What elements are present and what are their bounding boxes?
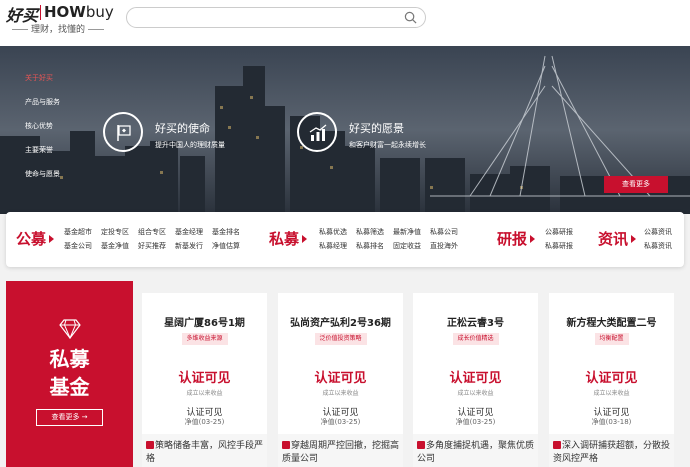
fund-card[interactable]: 弘尚资产弘利2号36期 泛价值投资策略 认证可见 成立以来收益 认证可见 净值(…	[278, 293, 403, 467]
fund-description: 多角度捕捉机遇，聚焦优质公司	[417, 441, 535, 464]
note-icon	[553, 441, 561, 449]
private-fund-title: 私募 基金	[49, 347, 90, 399]
note-icon	[282, 441, 290, 449]
fund-name[interactable]: 星阔广厦86号1期	[142, 314, 267, 329]
nav-link[interactable]: 私募资讯	[644, 240, 672, 254]
nav-link[interactable]: 私募排名	[356, 240, 384, 254]
nav-link[interactable]: 固定收益	[393, 240, 421, 254]
side-nav-products[interactable]: 产品与服务	[25, 97, 60, 121]
fund-name[interactable]: 弘尚资产弘利2号36期	[278, 314, 403, 329]
growth-chart-icon	[309, 124, 327, 141]
fund-card[interactable]: 新方程大类配置二号 均衡配置 认证可见 成立以来收益 认证可见 净值(03-18…	[549, 293, 674, 467]
nav-title-research[interactable]: 研报	[497, 228, 527, 249]
fund-return-value: 认证可见	[585, 371, 638, 386]
private-fund-panel: 私募 基金 查看更多 →	[6, 281, 133, 467]
note-icon	[417, 441, 425, 449]
fund-nav-label: 净值(03-25)	[320, 418, 361, 426]
fund-card[interactable]: 星阔广厦86号1期 多维收益来源 认证可见 成立以来收益 认证可见 净值(03-…	[142, 293, 267, 467]
nav-link[interactable]: 公募资讯	[644, 226, 672, 240]
nav-link[interactable]: 基金经理	[175, 226, 203, 240]
fund-description: 策略储备丰富，风控手段严格	[146, 441, 264, 464]
fund-tag: 泛价值投资策略	[314, 333, 367, 345]
nav-link[interactable]: 私募筛选	[356, 226, 384, 240]
product-nav-bar: 公募 基金超市 基金公司 定投专区 基金净值 组合专区 好买推荐 基金经理 新基…	[6, 212, 684, 267]
nav-link[interactable]: 净值估算	[212, 240, 240, 254]
fund-name[interactable]: 正松云睿3号	[413, 314, 538, 329]
chevron-right-icon	[302, 235, 307, 243]
fund-return-label: 成立以来收益	[186, 390, 223, 397]
hero-banner: 关于好买 产品与服务 核心优势 主要荣誉 使命与愿景 好买的使命 提升中国人的理…	[0, 46, 690, 214]
growth-circle	[297, 112, 337, 152]
chevron-right-icon	[631, 235, 636, 243]
top-header: 好买 HOWbuy 理财，找懂的	[0, 0, 690, 46]
vision-subtitle: 和客户财富一起永续增长	[349, 141, 426, 149]
nav-link[interactable]: 私募经理	[319, 240, 347, 254]
nav-link[interactable]: 基金净值	[101, 240, 129, 254]
nav-link[interactable]: 私募研报	[545, 240, 573, 254]
banner-more-button[interactable]: 查看更多	[604, 176, 668, 193]
fund-nav-label: 净值(03-25)	[184, 418, 225, 426]
side-nav-honors[interactable]: 主要荣誉	[25, 145, 60, 169]
nav-link[interactable]: 基金公司	[64, 240, 92, 254]
fund-tag: 多维收益来源	[181, 333, 228, 345]
nav-link[interactable]: 定投专区	[101, 226, 129, 240]
fund-description: 深入调研捕获超额，分散投资风控严格	[553, 441, 671, 464]
fund-card[interactable]: 正松云睿3号 成长价值精选 认证可见 成立以来收益 认证可见 净值(03-25)…	[413, 293, 538, 467]
chevron-right-icon	[49, 235, 54, 243]
fund-return-label: 成立以来收益	[593, 390, 630, 397]
chevron-right-icon	[530, 235, 535, 243]
fund-name[interactable]: 新方程大类配置二号	[549, 314, 674, 329]
logo-slogan: 理财，找懂的	[6, 22, 110, 35]
flag-circle	[103, 112, 143, 152]
nav-link[interactable]: 新基发行	[175, 240, 203, 254]
fund-return-label: 成立以来收益	[457, 390, 494, 397]
fund-return-value: 认证可见	[178, 371, 231, 386]
nav-title-public-fund[interactable]: 公募	[16, 228, 46, 249]
nav-link[interactable]: 直投海外	[430, 240, 458, 254]
logo-separator	[40, 5, 41, 20]
search-icon[interactable]	[404, 11, 417, 24]
nav-link[interactable]: 最新净值	[393, 226, 421, 240]
nav-link[interactable]: 私募公司	[430, 226, 458, 240]
nav-link[interactable]: 私募优选	[319, 226, 347, 240]
nav-links-research: 公募研报 私募研报	[545, 226, 573, 254]
note-icon	[146, 441, 154, 449]
mission-title: 好买的使命	[155, 122, 210, 135]
fund-return-label: 成立以来收益	[322, 390, 359, 397]
vision-title: 好买的愿景	[349, 122, 404, 135]
nav-link[interactable]: 组合专区	[138, 226, 166, 240]
fund-return-value: 认证可见	[449, 371, 502, 386]
side-nav-advantages[interactable]: 核心优势	[25, 121, 60, 145]
fund-return-value: 认证可见	[314, 371, 367, 386]
nav-link[interactable]: 基金超市	[64, 226, 92, 240]
side-nav-mission-vision[interactable]: 使命与愿景	[25, 169, 60, 193]
fund-description: 穿越周期严控回撤，挖掘高质量公司	[282, 441, 400, 464]
nav-title-private-fund[interactable]: 私募	[269, 228, 299, 249]
fund-nav-label: 净值(03-25)	[455, 418, 496, 426]
search-input[interactable]	[126, 7, 426, 28]
about-side-nav: 关于好买 产品与服务 核心优势 主要荣誉 使命与愿景	[25, 73, 60, 193]
nav-links-private-fund: 私募优选 私募经理 私募筛选 私募排名 最新净值 固定收益 私募公司 直投海外	[319, 226, 458, 254]
nav-links-news: 公募资讯 私募资讯	[644, 226, 672, 254]
diamond-icon	[59, 319, 81, 339]
nav-links-public-fund: 基金超市 基金公司 定投专区 基金净值 组合专区 好买推荐 基金经理 新基发行 …	[64, 226, 240, 254]
side-nav-about[interactable]: 关于好买	[25, 73, 60, 97]
nav-title-news[interactable]: 资讯	[598, 228, 628, 249]
flag-icon	[117, 125, 131, 141]
mission-subtitle: 提升中国人的理财质量	[155, 141, 225, 149]
fund-tag: 成长价值精选	[452, 333, 499, 345]
nav-link[interactable]: 公募研报	[545, 226, 573, 240]
logo-en-text: HOWbuy	[44, 3, 114, 21]
nav-link[interactable]: 好买推荐	[138, 240, 166, 254]
fund-nav-label: 净值(03-18)	[591, 418, 632, 426]
howbuy-logo[interactable]: 好买 HOWbuy 理财，找懂的	[6, 2, 116, 42]
nav-link[interactable]: 基金排名	[212, 226, 240, 240]
private-fund-more-button[interactable]: 查看更多 →	[36, 409, 103, 426]
fund-tag: 均衡配置	[594, 333, 629, 345]
